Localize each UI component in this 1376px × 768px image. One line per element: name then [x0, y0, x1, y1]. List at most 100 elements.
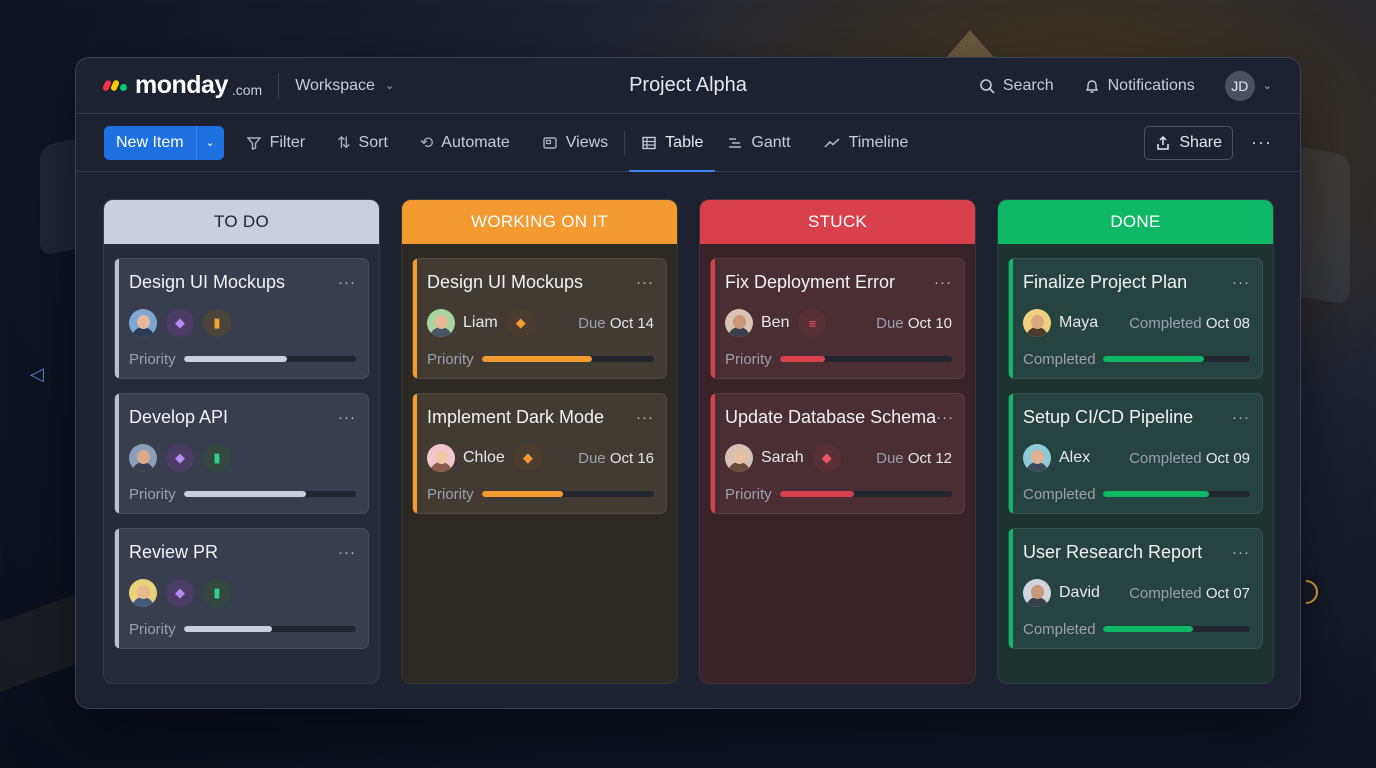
- chevron-down-icon: ⌄: [1262, 80, 1272, 92]
- column-header[interactable]: TO DO: [104, 200, 379, 244]
- more-options-icon[interactable]: ···: [1251, 132, 1272, 153]
- workspace-dropdown[interactable]: Workspace ⌄: [295, 77, 394, 95]
- share-icon: [1157, 135, 1170, 150]
- more-options-icon[interactable]: ···: [636, 409, 654, 426]
- task-card[interactable]: Update Database Schema ··· Sarah ◆ Due O…: [710, 393, 965, 514]
- logo[interactable]: monday .com: [101, 71, 263, 100]
- column-working-on-it: WORKING ON IT Design UI Mockups ··· Liam…: [401, 199, 678, 684]
- search-label: Search: [1002, 76, 1054, 94]
- card-title: Setup CI/CD Pipeline: [1023, 406, 1194, 427]
- column-header[interactable]: WORKING ON IT: [402, 200, 677, 244]
- avatar[interactable]: [129, 579, 157, 607]
- avatar[interactable]: [129, 444, 157, 472]
- avatar[interactable]: [427, 444, 455, 472]
- divider: [624, 130, 626, 155]
- automate-button[interactable]: ⟲ Automate: [420, 114, 510, 172]
- kanban-board: TO DO Design UI Mockups ··· ◆ ▮ Priority: [103, 199, 1274, 684]
- task-card[interactable]: User Research Report ··· David Completed…: [1008, 528, 1263, 649]
- layers-icon[interactable]: ◆: [166, 309, 194, 337]
- list-icon[interactable]: ≡: [798, 309, 827, 337]
- completed-prefix: Completed: [1129, 314, 1202, 332]
- due-value: Oct 10: [907, 314, 952, 332]
- avatar[interactable]: [427, 309, 455, 337]
- avatar[interactable]: [1023, 444, 1051, 472]
- column-header[interactable]: STUCK: [700, 200, 975, 244]
- due-date: Due Oct 12: [876, 450, 952, 467]
- share-button[interactable]: Share: [1144, 125, 1234, 160]
- search-button[interactable]: Search: [979, 77, 1054, 95]
- chevron-down-icon: ⌄: [384, 80, 395, 92]
- more-options-icon[interactable]: ···: [338, 409, 356, 426]
- task-card[interactable]: Finalize Project Plan ··· Maya Completed…: [1008, 258, 1263, 379]
- priority-label: Priority: [129, 620, 176, 638]
- top-bar: monday .com Workspace ⌄ Project Alpha Se…: [76, 58, 1300, 114]
- tab-gantt[interactable]: Gantt: [727, 114, 791, 172]
- diamond-icon[interactable]: ◆: [513, 444, 542, 472]
- automate-icon: ⟲: [419, 134, 434, 152]
- logo-text: monday: [135, 71, 228, 99]
- avatar: JD: [1224, 70, 1255, 101]
- diamond-icon[interactable]: ◆: [812, 444, 841, 472]
- priority-bar: [184, 491, 356, 497]
- notifications-button[interactable]: Notifications: [1084, 77, 1195, 95]
- completed-value: Oct 09: [1205, 449, 1250, 467]
- more-options-icon[interactable]: ···: [636, 274, 654, 291]
- column-stuck: STUCK Fix Deployment Error ··· Ben ≡ Due…: [699, 199, 976, 684]
- filter-label: Filter: [269, 133, 306, 151]
- completed-date: Completed Oct 07: [1129, 585, 1250, 602]
- logo-suffix: .com: [231, 81, 263, 98]
- tab-timeline[interactable]: Timeline: [823, 114, 908, 172]
- layers-icon[interactable]: ◆: [166, 579, 194, 607]
- app-window: monday .com Workspace ⌄ Project Alpha Se…: [75, 57, 1301, 709]
- task-card[interactable]: Setup CI/CD Pipeline ··· Alex Completed …: [1008, 393, 1263, 514]
- avatar[interactable]: [1023, 309, 1051, 337]
- task-card[interactable]: Review PR ··· ◆ ▮ Priority: [114, 528, 369, 649]
- task-card[interactable]: Develop API ··· ◆ ▮ Priority: [114, 393, 369, 514]
- bar-chart-icon[interactable]: ▮: [203, 579, 231, 607]
- toolbar: New Item ⌄ Filter ⇅ Sort ⟲ Automate View…: [76, 114, 1300, 172]
- new-item-button[interactable]: New Item: [104, 125, 196, 160]
- task-card[interactable]: Implement Dark Mode ··· Chloe ◆ Due Oct …: [412, 393, 667, 514]
- more-options-icon[interactable]: ···: [1232, 544, 1250, 561]
- more-options-icon[interactable]: ···: [1232, 274, 1250, 291]
- views-button[interactable]: Views: [542, 114, 608, 172]
- priority-bar: [482, 356, 654, 362]
- more-options-icon[interactable]: ···: [934, 274, 952, 291]
- column-header[interactable]: DONE: [998, 200, 1273, 244]
- task-card[interactable]: Fix Deployment Error ··· Ben ≡ Due Oct 1…: [710, 258, 965, 379]
- more-options-icon[interactable]: ···: [1232, 409, 1250, 426]
- diamond-icon[interactable]: ◆: [506, 309, 535, 337]
- task-card[interactable]: Design UI Mockups ··· ◆ ▮ Priority: [114, 258, 369, 379]
- filter-button[interactable]: Filter: [246, 114, 306, 172]
- layers-icon[interactable]: ◆: [166, 444, 194, 472]
- assignee-name: Alex: [1059, 449, 1091, 466]
- avatar[interactable]: [725, 309, 753, 337]
- due-value: Oct 16: [609, 449, 654, 467]
- avatar[interactable]: [1023, 579, 1051, 607]
- bar-chart-icon[interactable]: ▮: [203, 444, 231, 472]
- filter-icon: [246, 136, 262, 150]
- new-item-dropdown[interactable]: ⌄: [195, 125, 224, 160]
- tab-table[interactable]: Table: [629, 114, 716, 172]
- avatar[interactable]: [725, 444, 753, 472]
- completed-date: Completed Oct 09: [1129, 450, 1250, 467]
- bar-chart-icon[interactable]: ▮: [203, 309, 231, 337]
- completed-value: Oct 08: [1205, 314, 1250, 332]
- sort-button[interactable]: ⇅ Sort: [337, 114, 388, 172]
- share-label: Share: [1179, 133, 1223, 151]
- assignee-name: Ben: [761, 314, 790, 331]
- task-card[interactable]: Design UI Mockups ··· Liam ◆ Due Oct 14 …: [412, 258, 667, 379]
- column-todo: TO DO Design UI Mockups ··· ◆ ▮ Priority: [103, 199, 380, 684]
- user-menu[interactable]: JD ⌄: [1224, 70, 1272, 101]
- sort-label: Sort: [358, 133, 388, 151]
- more-options-icon[interactable]: ···: [338, 274, 356, 291]
- completed-prefix: Completed: [1129, 449, 1202, 467]
- due-prefix: Due: [578, 449, 606, 467]
- assignee-name: David: [1059, 584, 1100, 601]
- priority-bar: [780, 491, 952, 497]
- avatar[interactable]: [129, 309, 157, 337]
- card-title: Develop API: [129, 406, 229, 427]
- more-options-icon[interactable]: ···: [338, 544, 356, 561]
- priority-bar: [184, 626, 356, 632]
- more-options-icon[interactable]: ···: [936, 409, 954, 426]
